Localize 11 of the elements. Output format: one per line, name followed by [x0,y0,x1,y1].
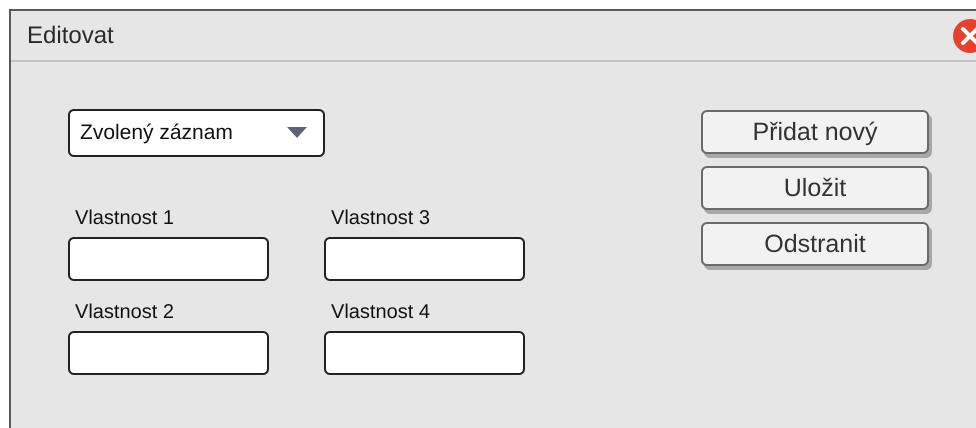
field-label: Vlastnost 3 [331,207,431,229]
input-field[interactable] [324,331,525,375]
window-title: Editovat [27,22,114,50]
input-field[interactable] [324,237,525,281]
record-dropdown[interactable]: Zvolený záznam [68,109,325,157]
input-field[interactable] [68,331,269,375]
field-label: Vlastnost 2 [75,301,175,323]
input-field[interactable] [68,237,269,281]
caret-icon [287,127,307,139]
field-label: Vlastnost 1 [75,207,175,229]
field-label: Vlastnost 4 [331,301,431,323]
